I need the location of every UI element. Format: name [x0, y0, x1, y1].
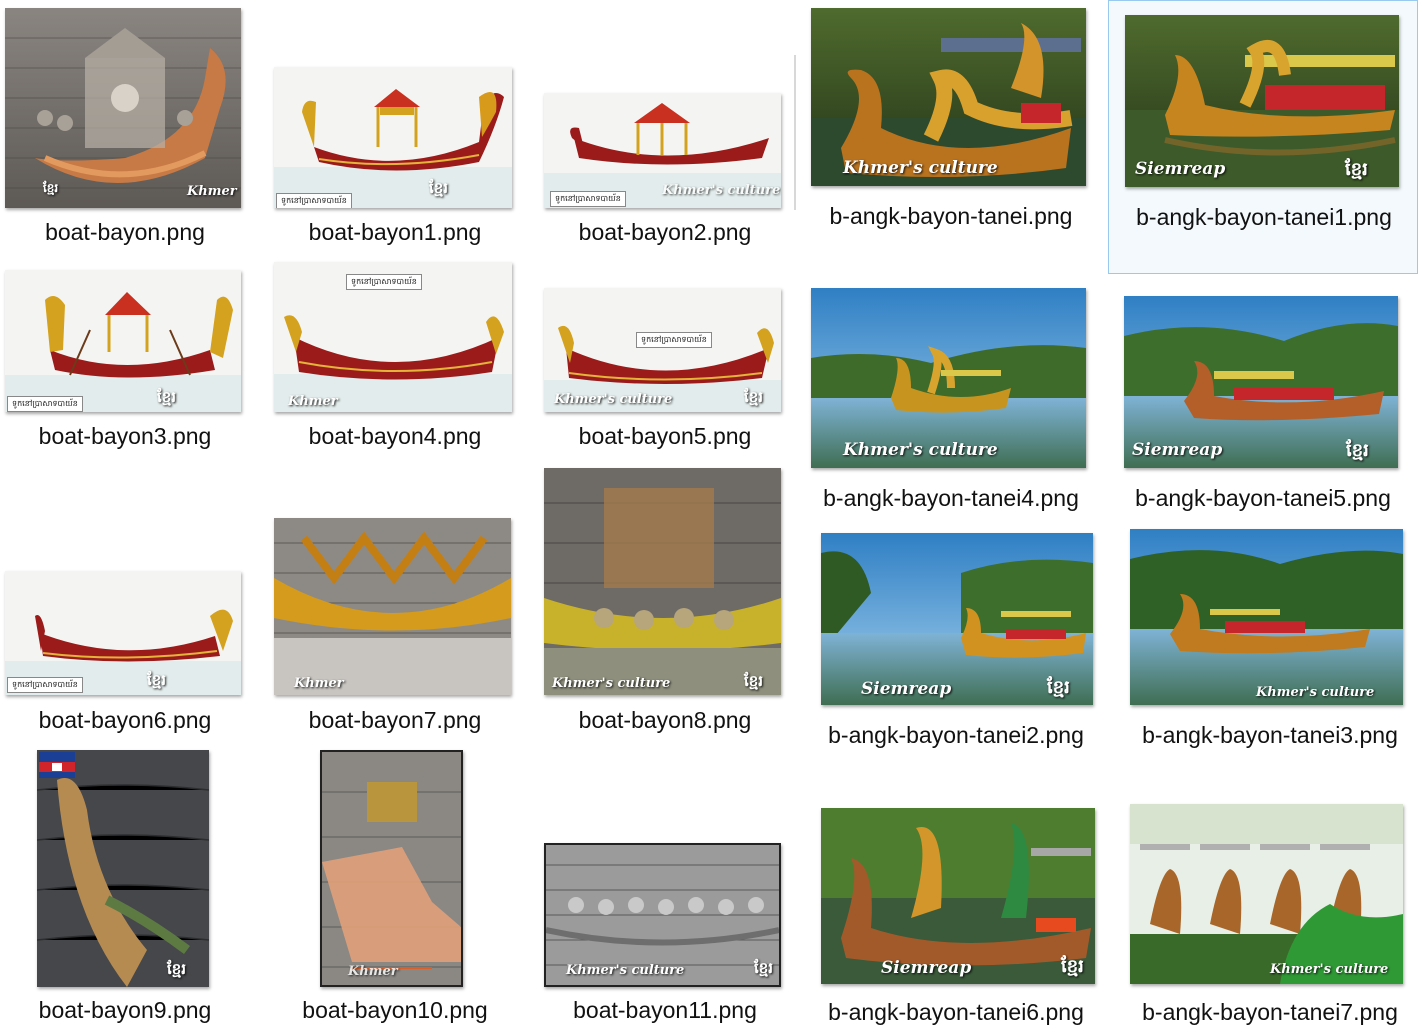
watermark: Khmer's culture: [662, 183, 781, 198]
file-thumbnail: ទូកនៅប្រាសាទបាយ័ន ខ្មែរ: [274, 67, 512, 208]
caption-label: ទូកនៅប្រាសាទបាយ័ន: [276, 193, 352, 208]
watermark: Khmer: [294, 676, 344, 691]
file-item[interactable]: ទូកនៅប្រាសាទបាយ័ន ខ្មែរ boat-bayon6.png: [0, 555, 250, 745]
watermark: Khmer's culture: [1270, 962, 1389, 977]
file-name[interactable]: boat-bayon9.png: [0, 992, 250, 1029]
file-thumbnail: Khmer's culture: [811, 288, 1086, 468]
watermark: Khmer: [288, 394, 338, 409]
file-name[interactable]: boat-bayon6.png: [0, 702, 250, 739]
file-name[interactable]: b-angk-bayon-tanei1.png: [1114, 199, 1414, 236]
watermark: ខ្មែរ: [147, 671, 167, 689]
file-name[interactable]: b-angk-bayon-tanei3.png: [1118, 717, 1422, 754]
caption-label: ទូកនៅប្រាសាទបាយ័ន: [7, 677, 83, 693]
watermark: Khmer's culture: [843, 440, 998, 460]
file-item[interactable]: ទូកនៅប្រាសាទបាយ័ន Khmer's culture ខ្មែរ …: [540, 260, 790, 460]
file-name[interactable]: b-angk-bayon-tanei4.png: [806, 480, 1096, 517]
watermark: ខ្មែរ: [1047, 677, 1070, 698]
file-item[interactable]: Khmer's culture b-angk-bayon-tanei7.png: [1118, 800, 1422, 1029]
watermark: ខ្មែរ: [429, 179, 449, 197]
watermark: Khmer's culture: [566, 963, 685, 978]
watermark: ខ្មែរ: [744, 388, 764, 406]
file-thumbnail: Khmer: [320, 750, 463, 987]
file-name[interactable]: b-angk-bayon-tanei5.png: [1113, 480, 1413, 517]
file-item[interactable]: ទូកនៅប្រាសាទបាយ័ន ខ្មែរ boat-bayon3.png: [0, 260, 250, 460]
file-item[interactable]: Khmer's culture b-angk-bayon-tanei.png: [806, 0, 1096, 275]
watermark: Khmer's culture: [843, 158, 998, 178]
file-item[interactable]: Siemreap ខ្មែរ b-angk-bayon-tanei6.png: [806, 800, 1106, 1029]
file-name[interactable]: boat-bayon2.png: [540, 214, 790, 251]
file-item[interactable]: Siemreap ខ្មែរ b-angk-bayon-tanei5.png: [1108, 280, 1418, 530]
caption-label: ទូកនៅប្រាសាទបាយ័ន: [7, 396, 83, 412]
file-name[interactable]: boat-bayon11.png: [540, 992, 790, 1029]
caption-label: ទូកនៅប្រាសាទបាយ័ន: [346, 274, 422, 290]
file-thumbnail: ទូកនៅប្រាសាទបាយ័ន Khmer: [274, 262, 512, 412]
file-item[interactable]: Khmer boat-bayon7.png: [270, 500, 520, 745]
column-divider: [794, 55, 796, 210]
watermark: Khmer's culture: [552, 676, 671, 691]
file-thumbnail: ទូកនៅប្រាសាទបាយ័ន Khmer's culture ខ្មែរ: [544, 288, 781, 412]
file-item[interactable]: ទូកនៅប្រាសាទបាយ័ន ខ្មែរ boat-bayon1.png: [270, 0, 520, 255]
caption-label: ទូកនៅប្រាសាទបាយ័ន: [636, 332, 712, 348]
file-name[interactable]: b-angk-bayon-tanei7.png: [1118, 994, 1422, 1031]
watermark: ខ្មែរ: [157, 388, 177, 406]
watermark: Siemreap: [1132, 440, 1223, 460]
file-thumbnail: ខ្មែរ: [37, 750, 209, 987]
watermark: ខ្មែរ: [1061, 956, 1084, 977]
file-name[interactable]: boat-bayon7.png: [270, 702, 520, 739]
watermark: ខ្មែរ: [1346, 440, 1369, 461]
file-name[interactable]: boat-bayon.png: [0, 214, 250, 251]
file-name[interactable]: boat-bayon3.png: [0, 418, 250, 455]
watermark: ខ្មែរ: [1345, 159, 1368, 180]
file-thumbnail: Khmer's culture: [1130, 804, 1403, 984]
file-item[interactable]: ទូកនៅប្រាសាទបាយ័ន Khmer's culture boat-b…: [540, 0, 790, 255]
caption-label: ទូកនៅប្រាសាទបាយ័ន: [550, 191, 626, 207]
watermark: ខ្មែរ: [43, 181, 59, 195]
file-item[interactable]: Siemreap ខ្មែរ b-angk-bayon-tanei1.png: [1108, 0, 1418, 274]
watermark: ខ្មែរ: [744, 672, 764, 690]
file-item[interactable]: Khmer's culture ខ្មែរ boat-bayon11.png: [540, 745, 790, 1029]
file-item[interactable]: Khmer ខ្មែរ boat-bayon.png: [0, 0, 250, 255]
file-item[interactable]: Khmer's culture ខ្មែរ boat-bayon8.png: [540, 460, 790, 745]
file-thumbnail: Siemreap ខ្មែរ: [821, 533, 1093, 705]
file-name[interactable]: boat-bayon1.png: [270, 214, 520, 251]
watermark: Siemreap: [1135, 159, 1226, 179]
file-thumbnail: Khmer's culture ខ្មែរ: [544, 843, 781, 987]
file-name[interactable]: b-angk-bayon-tanei6.png: [806, 994, 1106, 1031]
file-thumbnail: Khmer's culture: [811, 8, 1086, 186]
file-thumbnail: Khmer's culture: [1130, 529, 1403, 705]
file-name[interactable]: boat-bayon5.png: [540, 418, 790, 455]
file-name[interactable]: b-angk-bayon-tanei.png: [806, 198, 1096, 235]
file-thumbnail: Khmer ខ្មែរ: [5, 8, 241, 208]
file-thumbnail: Siemreap ខ្មែរ: [1124, 296, 1398, 468]
file-thumbnail: ទូកនៅប្រាសាទបាយ័ន Khmer's culture: [544, 93, 781, 208]
watermark: Khmer's culture: [1256, 685, 1375, 700]
watermark: ខ្មែរ: [167, 960, 187, 978]
file-thumbnail: Siemreap ខ្មែរ: [821, 808, 1095, 984]
file-thumbnail: Khmer: [274, 518, 511, 695]
file-name[interactable]: boat-bayon4.png: [270, 418, 520, 455]
file-thumbnail: ទូកនៅប្រាសាទបាយ័ន ខ្មែរ: [5, 270, 241, 412]
file-item[interactable]: Khmer boat-bayon10.png: [270, 745, 520, 1029]
file-thumbnail: Siemreap ខ្មែរ: [1125, 15, 1399, 187]
watermark: Siemreap: [881, 958, 972, 978]
watermark: Siemreap: [861, 679, 952, 699]
file-item[interactable]: ខ្មែរ boat-bayon9.png: [0, 745, 250, 1029]
file-thumbnail: Khmer's culture ខ្មែរ: [544, 468, 781, 695]
file-name[interactable]: b-angk-bayon-tanei2.png: [806, 717, 1106, 754]
file-item[interactable]: ទូកនៅប្រាសាទបាយ័ន Khmer boat-bayon4.png: [270, 260, 520, 460]
watermark: Khmer: [348, 964, 398, 979]
file-thumbnail: ទូកនៅប្រាសាទបាយ័ន ខ្មែរ: [5, 571, 241, 695]
file-name[interactable]: boat-bayon10.png: [270, 992, 520, 1029]
watermark: Khmer: [187, 184, 237, 199]
file-item[interactable]: Siemreap ខ្មែរ b-angk-bayon-tanei2.png: [806, 525, 1106, 800]
file-item[interactable]: Khmer's culture b-angk-bayon-tanei3.png: [1118, 525, 1422, 800]
file-name[interactable]: boat-bayon8.png: [540, 702, 790, 739]
watermark: ខ្មែរ: [754, 959, 774, 977]
file-item[interactable]: Khmer's culture b-angk-bayon-tanei4.png: [806, 280, 1096, 530]
watermark: Khmer's culture: [554, 392, 673, 407]
